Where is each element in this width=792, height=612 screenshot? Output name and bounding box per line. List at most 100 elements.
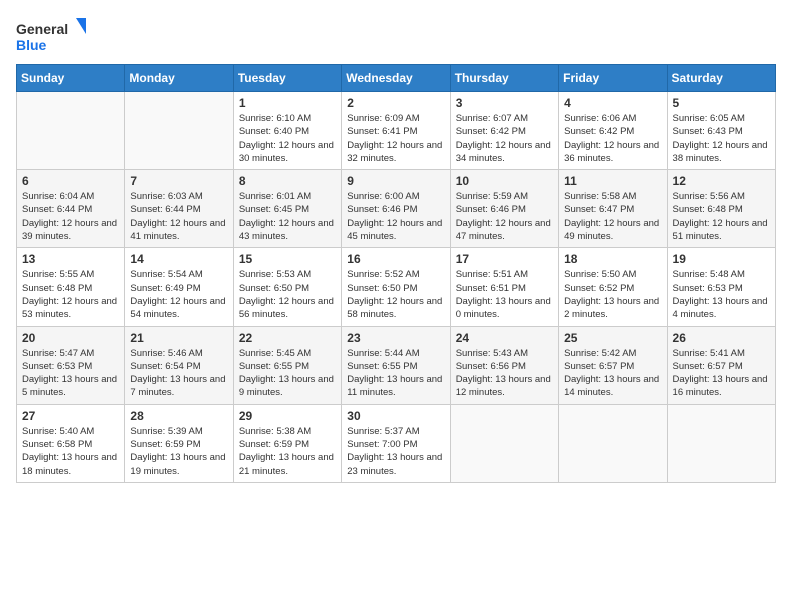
day-number: 13 — [22, 252, 119, 266]
day-number: 17 — [456, 252, 553, 266]
logo: General Blue — [16, 16, 86, 56]
calendar-cell: 22 Sunrise: 5:45 AM Sunset: 6:55 PM Dayli… — [233, 326, 341, 404]
calendar-cell: 8Sunrise: 6:01 AM Sunset: 6:45 PM Daylig… — [233, 170, 341, 248]
day-number: 15 — [239, 252, 336, 266]
day-number: 19 — [673, 252, 770, 266]
day-info: Sunrise: 5:38 AM Sunset: 6:59 PM Dayligh… — [239, 425, 336, 478]
calendar-week-row: 27Sunrise: 5:40 AM Sunset: 6:58 PM Dayli… — [17, 404, 776, 482]
calendar-cell: 3 Sunrise: 6:07 AM Sunset: 6:42 PM Daylig… — [450, 92, 558, 170]
day-info: Sunrise: 6:05 AM Sunset: 6:43 PM Dayligh… — [673, 112, 770, 165]
day-info: Sunrise: 5:39 AM Sunset: 6:59 PM Dayligh… — [130, 425, 227, 478]
day-info: Sunrise: 6:07 AM Sunset: 6:42 PM Dayligh… — [456, 112, 553, 165]
day-info: Sunrise: 6:03 AM Sunset: 6:44 PM Dayligh… — [130, 190, 227, 243]
weekday-header: Saturday — [667, 65, 775, 92]
day-info: Sunrise: 5:42 AM Sunset: 6:57 PM Dayligh… — [564, 347, 661, 400]
day-info: Sunrise: 5:55 AM Sunset: 6:48 PM Dayligh… — [22, 268, 119, 321]
calendar-cell: 13 Sunrise: 5:55 AM Sunset: 6:48 PM Dayli… — [17, 248, 125, 326]
calendar-cell: 2Sunrise: 6:09 AM Sunset: 6:41 PM Daylig… — [342, 92, 450, 170]
day-info: Sunrise: 5:59 AM Sunset: 6:46 PM Dayligh… — [456, 190, 553, 243]
weekday-header-row: SundayMondayTuesdayWednesdayThursdayFrid… — [17, 65, 776, 92]
day-number: 6 — [22, 174, 119, 188]
header: General Blue — [16, 16, 776, 56]
svg-text:Blue: Blue — [16, 37, 47, 53]
calendar-cell: 1 Sunrise: 6:10 AM Sunset: 6:40 PM Daylig… — [233, 92, 341, 170]
calendar-week-row: 20Sunrise: 5:47 AM Sunset: 6:53 PM Dayli… — [17, 326, 776, 404]
day-number: 2 — [347, 96, 444, 110]
day-info: Sunrise: 5:54 AM Sunset: 6:49 PM Dayligh… — [130, 268, 227, 321]
day-number: 30 — [347, 409, 444, 423]
weekday-header: Thursday — [450, 65, 558, 92]
calendar-cell: 29 Sunrise: 5:38 AM Sunset: 6:59 PM Dayli… — [233, 404, 341, 482]
day-info: Sunrise: 6:10 AM Sunset: 6:40 PM Dayligh… — [239, 112, 336, 165]
calendar-cell: 20Sunrise: 5:47 AM Sunset: 6:53 PM Dayli… — [17, 326, 125, 404]
calendar-cell: 11 Sunrise: 5:58 AM Sunset: 6:47 PM Dayli… — [559, 170, 667, 248]
day-info: Sunrise: 5:46 AM Sunset: 6:54 PM Dayligh… — [130, 347, 227, 400]
calendar-cell: 16Sunrise: 5:52 AM Sunset: 6:50 PM Dayli… — [342, 248, 450, 326]
logo-svg: General Blue — [16, 16, 86, 56]
weekday-header: Wednesday — [342, 65, 450, 92]
calendar-cell — [125, 92, 233, 170]
calendar-cell: 14 Sunrise: 5:54 AM Sunset: 6:49 PM Dayli… — [125, 248, 233, 326]
day-info: Sunrise: 5:48 AM Sunset: 6:53 PM Dayligh… — [673, 268, 770, 321]
calendar-cell: 9 Sunrise: 6:00 AM Sunset: 6:46 PM Daylig… — [342, 170, 450, 248]
day-number: 11 — [564, 174, 661, 188]
calendar-cell: 28 Sunrise: 5:39 AM Sunset: 6:59 PM Dayli… — [125, 404, 233, 482]
day-number: 26 — [673, 331, 770, 345]
day-number: 14 — [130, 252, 227, 266]
day-info: Sunrise: 6:04 AM Sunset: 6:44 PM Dayligh… — [22, 190, 119, 243]
calendar-cell: 24 Sunrise: 5:43 AM Sunset: 6:56 PM Dayli… — [450, 326, 558, 404]
day-info: Sunrise: 6:00 AM Sunset: 6:46 PM Dayligh… — [347, 190, 444, 243]
calendar-cell: 4 Sunrise: 6:06 AM Sunset: 6:42 PM Daylig… — [559, 92, 667, 170]
calendar-cell: 5 Sunrise: 6:05 AM Sunset: 6:43 PM Daylig… — [667, 92, 775, 170]
day-info: Sunrise: 5:40 AM Sunset: 6:58 PM Dayligh… — [22, 425, 119, 478]
day-info: Sunrise: 5:53 AM Sunset: 6:50 PM Dayligh… — [239, 268, 336, 321]
day-number: 12 — [673, 174, 770, 188]
day-number: 1 — [239, 96, 336, 110]
calendar-week-row: 6 Sunrise: 6:04 AM Sunset: 6:44 PM Daylig… — [17, 170, 776, 248]
calendar: SundayMondayTuesdayWednesdayThursdayFrid… — [16, 64, 776, 483]
day-info: Sunrise: 5:37 AM Sunset: 7:00 PM Dayligh… — [347, 425, 444, 478]
day-info: Sunrise: 5:56 AM Sunset: 6:48 PM Dayligh… — [673, 190, 770, 243]
day-info: Sunrise: 6:01 AM Sunset: 6:45 PM Dayligh… — [239, 190, 336, 243]
day-info: Sunrise: 5:51 AM Sunset: 6:51 PM Dayligh… — [456, 268, 553, 321]
day-number: 5 — [673, 96, 770, 110]
day-number: 21 — [130, 331, 227, 345]
day-number: 20 — [22, 331, 119, 345]
day-number: 22 — [239, 331, 336, 345]
day-number: 24 — [456, 331, 553, 345]
day-number: 10 — [456, 174, 553, 188]
calendar-cell — [450, 404, 558, 482]
day-number: 28 — [130, 409, 227, 423]
calendar-cell: 10 Sunrise: 5:59 AM Sunset: 6:46 PM Dayli… — [450, 170, 558, 248]
weekday-header: Friday — [559, 65, 667, 92]
day-number: 23 — [347, 331, 444, 345]
day-number: 18 — [564, 252, 661, 266]
day-info: Sunrise: 5:50 AM Sunset: 6:52 PM Dayligh… — [564, 268, 661, 321]
day-info: Sunrise: 5:45 AM Sunset: 6:55 PM Dayligh… — [239, 347, 336, 400]
calendar-cell — [559, 404, 667, 482]
weekday-header: Sunday — [17, 65, 125, 92]
day-number: 16 — [347, 252, 444, 266]
day-info: Sunrise: 5:43 AM Sunset: 6:56 PM Dayligh… — [456, 347, 553, 400]
calendar-cell: 19 Sunrise: 5:48 AM Sunset: 6:53 PM Dayli… — [667, 248, 775, 326]
calendar-cell: 18 Sunrise: 5:50 AM Sunset: 6:52 PM Dayli… — [559, 248, 667, 326]
day-number: 25 — [564, 331, 661, 345]
calendar-cell — [667, 404, 775, 482]
day-number: 3 — [456, 96, 553, 110]
day-number: 9 — [347, 174, 444, 188]
calendar-week-row: 1 Sunrise: 6:10 AM Sunset: 6:40 PM Daylig… — [17, 92, 776, 170]
day-number: 29 — [239, 409, 336, 423]
calendar-cell: 25 Sunrise: 5:42 AM Sunset: 6:57 PM Dayli… — [559, 326, 667, 404]
calendar-cell: 30 Sunrise: 5:37 AM Sunset: 7:00 PM Dayli… — [342, 404, 450, 482]
day-info: Sunrise: 5:58 AM Sunset: 6:47 PM Dayligh… — [564, 190, 661, 243]
calendar-cell: 17 Sunrise: 5:51 AM Sunset: 6:51 PM Dayli… — [450, 248, 558, 326]
day-number: 7 — [130, 174, 227, 188]
day-info: Sunrise: 6:06 AM Sunset: 6:42 PM Dayligh… — [564, 112, 661, 165]
calendar-cell: 7 Sunrise: 6:03 AM Sunset: 6:44 PM Daylig… — [125, 170, 233, 248]
svg-text:General: General — [16, 21, 68, 37]
day-number: 4 — [564, 96, 661, 110]
calendar-cell: 6 Sunrise: 6:04 AM Sunset: 6:44 PM Daylig… — [17, 170, 125, 248]
calendar-cell: 23Sunrise: 5:44 AM Sunset: 6:55 PM Dayli… — [342, 326, 450, 404]
weekday-header: Tuesday — [233, 65, 341, 92]
calendar-cell: 27Sunrise: 5:40 AM Sunset: 6:58 PM Dayli… — [17, 404, 125, 482]
